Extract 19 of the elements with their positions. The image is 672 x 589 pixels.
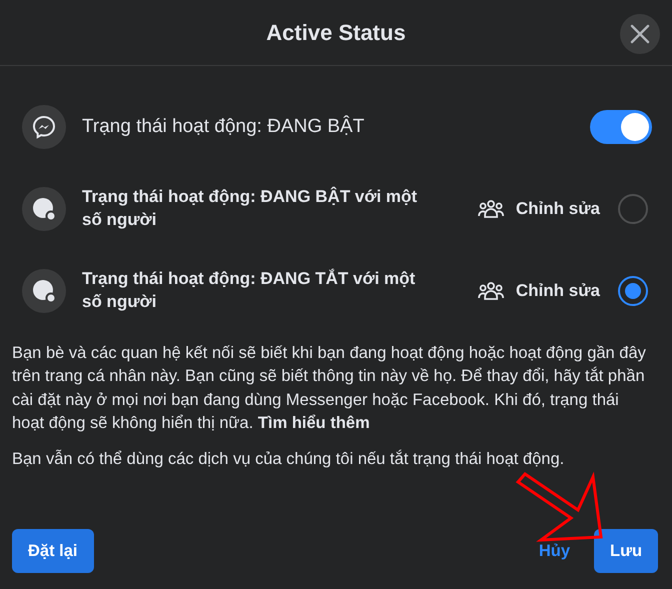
- description-text: Bạn bè và các quan hệ kết nối sẽ biết khi bạn đang hoạt động hoặc hoạt động gần đây trên trang cá nhân này. Bạn cũng sẽ biết thông tin này về họ. Để thay đổi, hãy tắt phần cài đặt này ở mọi nơi bạn đang dùng Messenger hoặc Facebook. Khi đó, trạng thái hoạt động sẽ không hiển thị nữa. Tìm hiểu thêm: [11, 343, 647, 434]
- close-icon: [629, 23, 651, 45]
- option-label: Trạng thái hoạt động: ĐANG BẬT với một số người: [82, 186, 418, 231]
- edit-button[interactable]: Chỉnh sửa: [478, 281, 600, 301]
- option-label: Trạng thái hoạt động: ĐANG TẮT với một số người: [82, 268, 416, 313]
- save-button[interactable]: Lưu: [594, 529, 658, 573]
- radio-button[interactable]: [618, 276, 648, 306]
- status-toggle[interactable]: [590, 110, 652, 144]
- radio-button[interactable]: [618, 194, 648, 224]
- note-text: Bạn vẫn có thể dùng các dịch vụ của chúng tôi nếu tắt trạng thái hoạt động.: [11, 448, 566, 470]
- close-button[interactable]: [620, 14, 660, 54]
- reset-button[interactable]: Đặt lại: [12, 529, 94, 573]
- group-icon: [478, 281, 504, 301]
- dialog-title: Active Status: [266, 20, 406, 46]
- messenger-icon: [32, 115, 56, 139]
- status-label: Trạng thái hoạt động: ĐANG BẬT: [82, 114, 366, 140]
- edit-button[interactable]: Chỉnh sửa: [478, 199, 600, 219]
- cancel-button[interactable]: Hủy: [522, 529, 586, 573]
- group-icon: [478, 199, 504, 219]
